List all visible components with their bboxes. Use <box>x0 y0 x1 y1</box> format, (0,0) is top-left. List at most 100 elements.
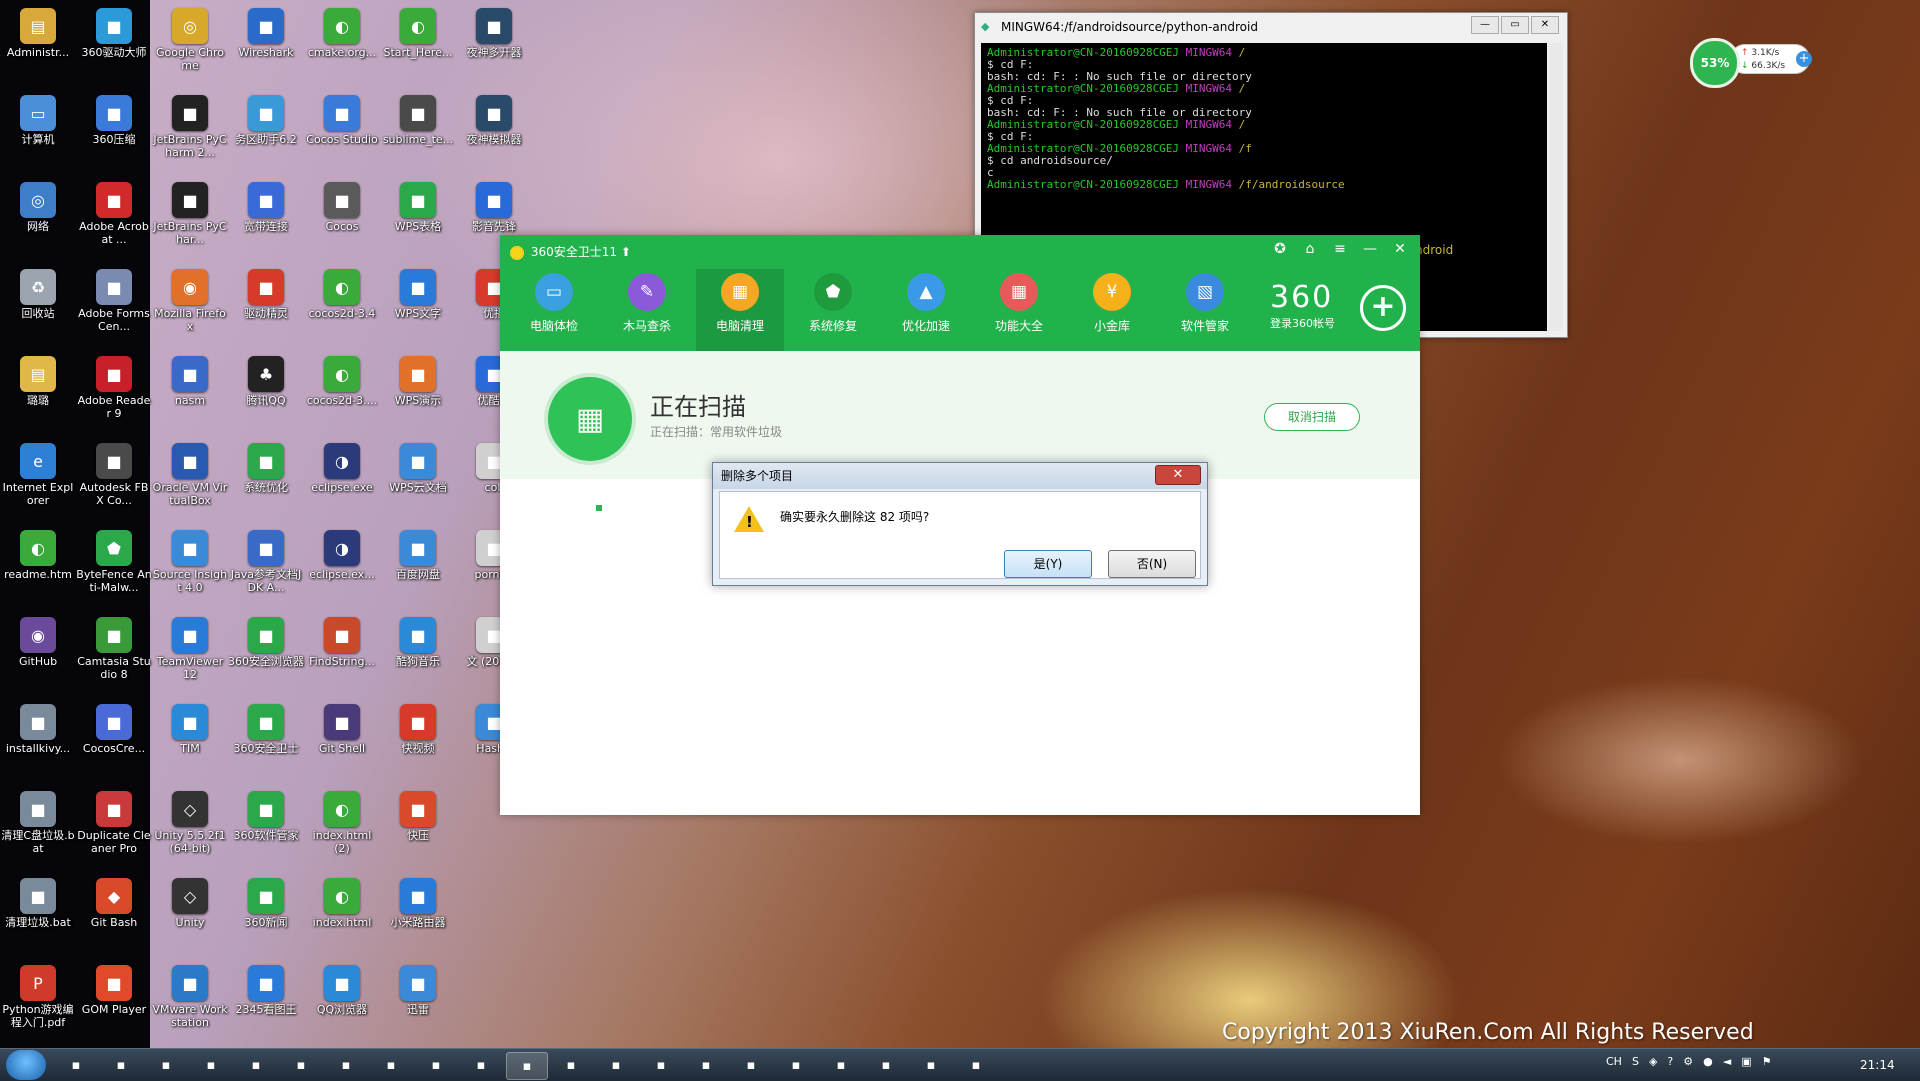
desktop-icon[interactable]: ■ JetBrains PyCharm 2... <box>152 91 228 175</box>
language-indicator[interactable]: CH <box>1606 1055 1622 1068</box>
desktop-icon[interactable]: ■ 清理C盘垃圾.bat <box>0 787 76 871</box>
desktop-icon[interactable]: ■ 360软件管家 <box>228 787 304 871</box>
desktop-icon[interactable]: ■ TIM <box>152 700 228 784</box>
plus-icon[interactable]: + <box>1360 285 1406 331</box>
desktop-icon[interactable]: ■ sublime_te... <box>380 91 456 175</box>
desktop-icon[interactable]: ■ WPS云文档 <box>380 439 456 523</box>
shield-icon[interactable]: ◈ <box>1649 1055 1657 1068</box>
network-icon[interactable]: ▪ <box>281 1052 321 1078</box>
desktop-icon[interactable]: ◐ cocos2d-3.... <box>304 352 380 436</box>
desktop-icon[interactable]: ◇ Unity 5.5.2f1 (64-bit) <box>152 787 228 871</box>
medal-icon[interactable]: ✪ <box>1270 241 1290 257</box>
nav-tab[interactable]: ⬟ 系统修复 <box>789 269 877 351</box>
nav-tab[interactable]: ▦ 功能大全 <box>975 269 1063 351</box>
nav-tab[interactable]: ✎ 木马查杀 <box>603 269 691 351</box>
cancel-scan-button[interactable]: 取消扫描 <box>1264 403 1360 431</box>
desktop-icon[interactable]: ◐ index.html (2) <box>304 787 380 871</box>
desktop-icon[interactable]: ■ 酷狗音乐 <box>380 613 456 697</box>
desktop-icon[interactable]: P Python游戏编程入门.pdf <box>0 961 76 1045</box>
start-button[interactable] <box>6 1050 46 1080</box>
desktop-icon[interactable]: ■ Cocos <box>304 178 380 262</box>
desktop-icon[interactable]: ■ 小米路由器 <box>380 874 456 958</box>
desktop-icon[interactable]: ■ Wireshark <box>228 4 304 88</box>
360-safe-icon[interactable]: ▪ <box>956 1052 996 1078</box>
desktop-icon[interactable]: ■ FindString... <box>304 613 380 697</box>
skin-icon[interactable]: ⌂ <box>1300 241 1320 257</box>
speedup-plus-icon[interactable]: + <box>1796 51 1812 67</box>
desktop-icon[interactable]: ◉ GitHub <box>0 613 76 697</box>
login-link[interactable]: 登录360帐号 <box>1270 315 1335 331</box>
desktop-icon[interactable]: ■ 360压缩 <box>76 91 152 175</box>
desktop-icon[interactable]: ⬟ ByteFence Anti-Malw... <box>76 526 152 610</box>
flag-icon[interactable]: ⚑ <box>1762 1055 1772 1068</box>
qq-browser-icon[interactable]: ▪ <box>416 1052 456 1078</box>
volume-icon[interactable]: ◄ <box>1723 1055 1731 1068</box>
desktop-icon[interactable]: ■ VMware Workstation <box>152 961 228 1045</box>
terminal-icon[interactable]: ▪ <box>731 1052 771 1078</box>
git-bash-icon[interactable]: ▪ <box>596 1052 636 1078</box>
nav-tab[interactable]: ¥ 小金库 <box>1068 269 1156 351</box>
nav-tab[interactable]: ▧ 软件管家 <box>1161 269 1249 351</box>
desktop-icon[interactable]: ◐ readme.htm <box>0 526 76 610</box>
desktop-icon[interactable]: ■ Adobe Acrobat ... <box>76 178 152 262</box>
desktop-icon[interactable]: ▤ 璐璐 <box>0 352 76 436</box>
desktop-icon[interactable]: ■ 360新闻 <box>228 874 304 958</box>
terminal-titlebar[interactable]: ◆ MINGW64:/f/androidsource/python-androi… <box>975 13 1567 41</box>
desktop-icon[interactable]: ■ Source Insight 4.0 <box>152 526 228 610</box>
desktop-icon[interactable]: ■ 清理垃圾.bat <box>0 874 76 958</box>
desktop-icon[interactable]: ■ 360安全卫士 <box>228 700 304 784</box>
help-icon[interactable]: ? <box>1667 1055 1673 1068</box>
delete-confirm-dialog[interactable]: 删除多个项目 ✕ ! 确实要永久删除这 82 项吗? 是(Y) 否(N) <box>712 462 1208 586</box>
desktop-icon[interactable]: ■ Autodesk FBX Co... <box>76 439 152 523</box>
yes-button[interactable]: 是(Y) <box>1004 550 1092 578</box>
network-tray-icon[interactable]: ▣ <box>1741 1055 1751 1068</box>
desktop-icon[interactable]: ■ WPS文字 <box>380 265 456 349</box>
desktop-icon[interactable]: ♻ 回收站 <box>0 265 76 349</box>
desktop-icon[interactable]: ■ Camtasia Studio 8 <box>76 613 152 697</box>
desktop-icon[interactable]: ♣ 腾讯QQ <box>228 352 304 436</box>
desktop-icon[interactable]: ■ installkivy... <box>0 700 76 784</box>
qq-icon[interactable]: ▪ <box>641 1052 681 1078</box>
desktop-icon[interactable]: ■ GOM Player <box>76 961 152 1045</box>
desktop-icon[interactable]: ◐ index.html <box>304 874 380 958</box>
nav-tab[interactable]: ▲ 优化加速 <box>882 269 970 351</box>
desktop-icon[interactable]: ■ 360安全浏览器 <box>228 613 304 697</box>
memory-usage-ring[interactable]: 53% <box>1690 38 1740 88</box>
desktop-icon[interactable]: ◎ Google Chrome <box>152 4 228 88</box>
minimize-button[interactable]: — <box>1360 241 1380 257</box>
desktop-icon[interactable]: ◑ eclipse.exe <box>304 439 380 523</box>
desktop-icon[interactable]: ■ nasm <box>152 352 228 436</box>
desktop-icon[interactable]: e Internet Explorer <box>0 439 76 523</box>
sogou-icon[interactable]: S <box>1632 1055 1639 1068</box>
360-icon[interactable]: ▪ <box>101 1052 141 1078</box>
terminal-scrollbar[interactable] <box>1549 43 1563 331</box>
desktop-icon[interactable]: ■ Java参考文档JDK A... <box>228 526 304 610</box>
desktop-icon[interactable]: ■ 快视频 <box>380 700 456 784</box>
desktop-icon[interactable]: ◆ Git Bash <box>76 874 152 958</box>
dialog-close-button[interactable]: ✕ <box>1155 465 1201 485</box>
explorer-icon[interactable]: ▪ <box>56 1052 96 1078</box>
desktop-icon[interactable]: ■ CocosCre... <box>76 700 152 784</box>
desktop-icon[interactable]: ◐ Start_Here... <box>380 4 456 88</box>
desktop-icon[interactable]: ■ 百度网盘 <box>380 526 456 610</box>
desktop-icon[interactable]: ■ 宽带连接 <box>228 178 304 262</box>
firefox-icon[interactable]: ▪ <box>551 1052 591 1078</box>
player-icon[interactable]: ▪ <box>191 1052 231 1078</box>
upgrade-arrow-icon[interactable]: ⬆ <box>621 245 631 259</box>
no-button[interactable]: 否(N) <box>1108 550 1196 578</box>
desktop-icon[interactable]: ◐ cmake.org... <box>304 4 380 88</box>
desktop-icon[interactable]: ◎ 网络 <box>0 178 76 262</box>
desktop-icon[interactable]: ▭ 计算机 <box>0 91 76 175</box>
desktop-icon[interactable]: ■ Adobe FormsCen... <box>76 265 152 349</box>
desktop-icon[interactable]: ◐ cocos2d-3.4 <box>304 265 380 349</box>
nav-tab[interactable]: ▦ 电脑清理 <box>696 269 784 351</box>
vm-icon[interactable]: ▪ <box>686 1052 726 1078</box>
desktop-icon[interactable]: ■ WPS演示 <box>380 352 456 436</box>
desktop-icon[interactable]: ■ 驱动精灵 <box>228 265 304 349</box>
desktop-icon[interactable]: ◇ Unity <box>152 874 228 958</box>
desktop-icon[interactable]: ◑ eclipse.ex... <box>304 526 380 610</box>
desktop-icon[interactable]: ■ Cocos Studio <box>304 91 380 175</box>
chrome-icon[interactable]: ▪ <box>236 1052 276 1078</box>
desktop-icon[interactable]: ■ Adobe Reader 9 <box>76 352 152 436</box>
desktop-icon[interactable]: ■ TeamViewer 12 <box>152 613 228 697</box>
